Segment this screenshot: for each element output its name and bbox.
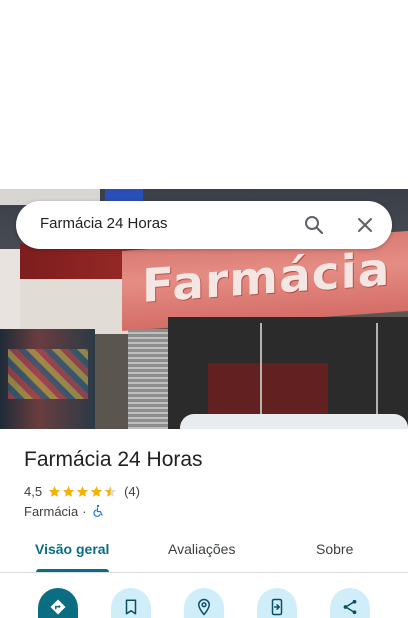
separator: · xyxy=(82,503,87,519)
nearby-button[interactable] xyxy=(184,588,224,618)
divider xyxy=(0,572,408,573)
share-icon xyxy=(343,599,357,615)
wheelchair-icon xyxy=(92,504,103,517)
save-button[interactable] xyxy=(111,588,151,618)
nearby-icon xyxy=(197,598,211,616)
star-icon xyxy=(48,485,61,497)
category-row: Farmácia · xyxy=(24,502,105,520)
place-title: Farmácia 24 Horas xyxy=(24,448,203,471)
share-button[interactable] xyxy=(330,588,370,618)
search-input[interactable]: Farmácia 24 Horas xyxy=(40,215,168,232)
half-star-icon xyxy=(104,485,117,497)
rating-value: 4,5 xyxy=(24,483,43,499)
place-category: Farmácia xyxy=(24,503,79,519)
tab-about[interactable]: Sobre xyxy=(316,541,353,557)
tab-reviews[interactable]: Avaliações xyxy=(168,541,235,557)
send-to-phone-button[interactable] xyxy=(257,588,297,618)
directions-button[interactable] xyxy=(38,588,78,618)
close-icon[interactable] xyxy=(353,213,377,237)
star-icon xyxy=(76,485,89,497)
directions-icon xyxy=(50,599,66,615)
send-to-phone-icon xyxy=(271,598,283,616)
tab-overview[interactable]: Visão geral xyxy=(35,541,109,557)
star-icon xyxy=(90,485,103,497)
rating-row[interactable]: 4,5 (4) xyxy=(24,482,140,500)
star-icon xyxy=(62,485,75,497)
search-bar[interactable]: Farmácia 24 Horas xyxy=(16,201,392,249)
bookmark-icon xyxy=(125,599,137,615)
blank-area xyxy=(0,0,408,189)
rating-stars xyxy=(48,485,118,498)
search-icon[interactable] xyxy=(302,213,326,237)
review-count[interactable]: (4) xyxy=(124,484,140,499)
